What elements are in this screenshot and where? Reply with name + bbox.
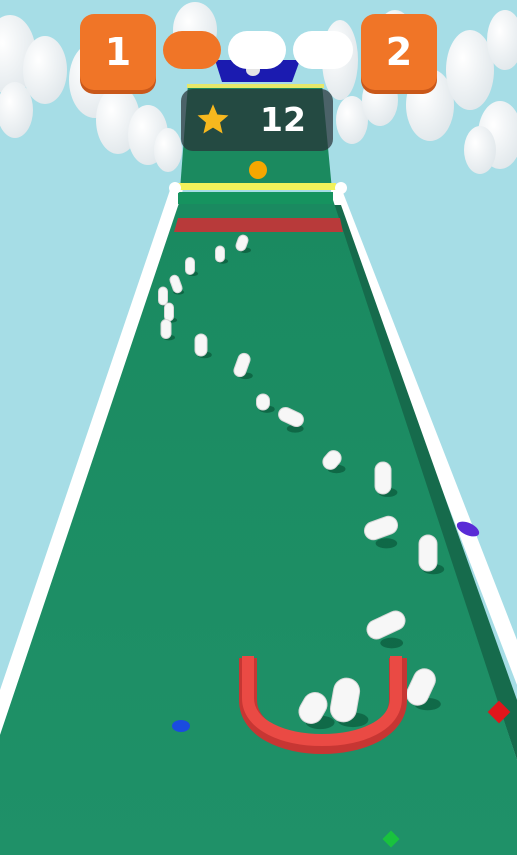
progress-segment [228, 31, 286, 69]
star-icon [197, 104, 229, 134]
next-level-badge: 2 [361, 14, 437, 90]
coin-icon [249, 161, 267, 179]
pin-icon [418, 534, 438, 572]
pin-icon [160, 319, 172, 339]
far-line [187, 84, 324, 88]
pin-icon [164, 302, 174, 322]
pin-icon [185, 257, 195, 275]
rail-post [335, 182, 347, 194]
pin-icon [158, 286, 168, 306]
pin-icon [215, 245, 225, 263]
pin-shadow [375, 538, 398, 549]
pin-shadow [380, 637, 404, 649]
checkpoint-line [176, 183, 336, 190]
score-panel: 12 [181, 89, 333, 151]
rail-post [169, 182, 181, 194]
checkpoint-band [178, 192, 333, 204]
barrier [174, 218, 343, 232]
score-value: 12 [260, 100, 306, 139]
pin-icon [374, 461, 392, 495]
pin-icon [256, 393, 270, 411]
progress-segment [293, 31, 353, 69]
pin-icon [194, 333, 208, 357]
progress-segment-done [163, 31, 221, 69]
gem-icon [172, 720, 190, 732]
current-level-badge: 1 [80, 14, 156, 90]
